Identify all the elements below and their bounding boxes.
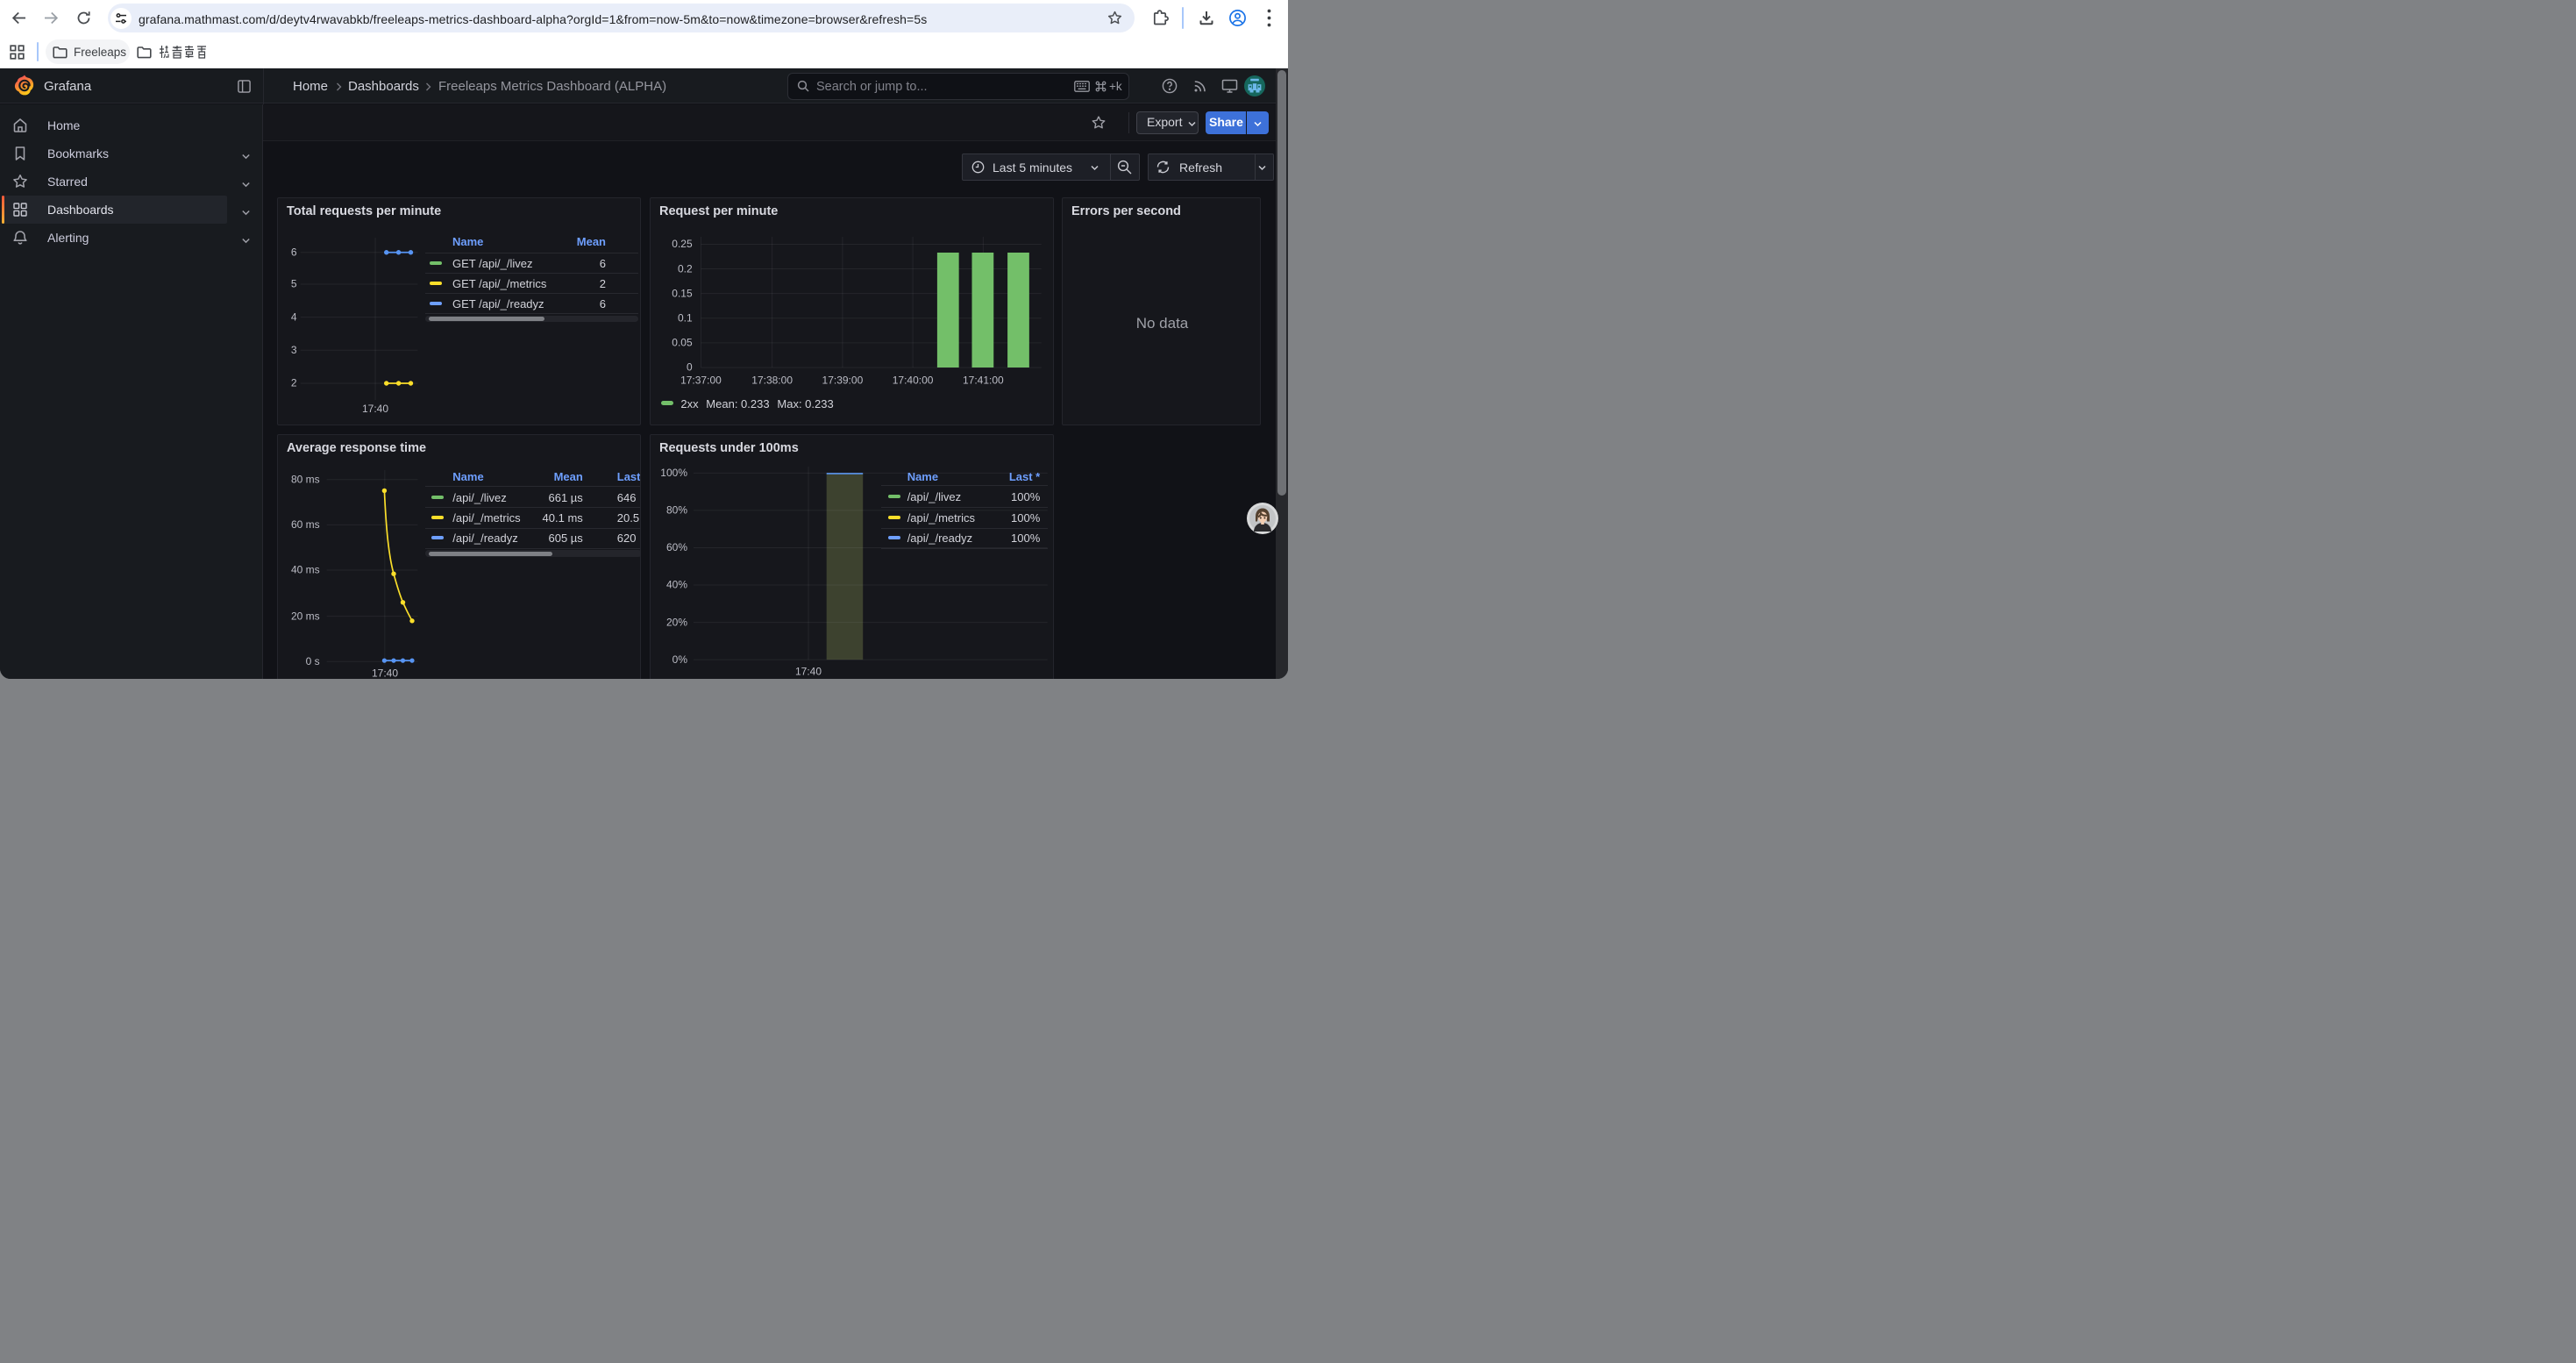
svg-text:5: 5 — [291, 278, 297, 290]
svg-text:0.2: 0.2 — [678, 262, 693, 275]
svg-text:20 ms: 20 ms — [291, 610, 320, 622]
svg-text:0: 0 — [687, 361, 693, 374]
svg-text:4: 4 — [291, 310, 297, 323]
svg-text:0.05: 0.05 — [672, 337, 693, 349]
svg-text:17:37:00: 17:37:00 — [680, 375, 722, 387]
svg-text:17:41:00: 17:41:00 — [963, 375, 1004, 387]
svg-text:17:40:00: 17:40:00 — [893, 375, 934, 387]
svg-text:17:38:00: 17:38:00 — [751, 375, 793, 387]
svg-text:60 ms: 60 ms — [291, 518, 320, 531]
svg-text:60%: 60% — [666, 541, 687, 553]
svg-text:40 ms: 40 ms — [291, 564, 320, 576]
svg-text:0.1: 0.1 — [678, 311, 693, 324]
svg-text:40%: 40% — [666, 579, 687, 591]
svg-text:0.15: 0.15 — [672, 287, 693, 299]
svg-text:100%: 100% — [660, 467, 687, 479]
svg-text:2: 2 — [291, 377, 297, 389]
svg-text:0.25: 0.25 — [672, 238, 693, 250]
svg-text:0 s: 0 s — [306, 655, 320, 667]
svg-text:3: 3 — [291, 344, 297, 356]
svg-text:17:40: 17:40 — [372, 667, 398, 680]
svg-text:17:40: 17:40 — [795, 666, 822, 678]
svg-text:6: 6 — [291, 246, 297, 258]
svg-text:17:40: 17:40 — [362, 403, 388, 415]
svg-text:80%: 80% — [666, 504, 687, 517]
svg-text:20%: 20% — [666, 616, 687, 628]
svg-text:80 ms: 80 ms — [291, 474, 320, 486]
svg-text:0%: 0% — [672, 653, 688, 666]
svg-text:17:39:00: 17:39:00 — [822, 375, 864, 387]
